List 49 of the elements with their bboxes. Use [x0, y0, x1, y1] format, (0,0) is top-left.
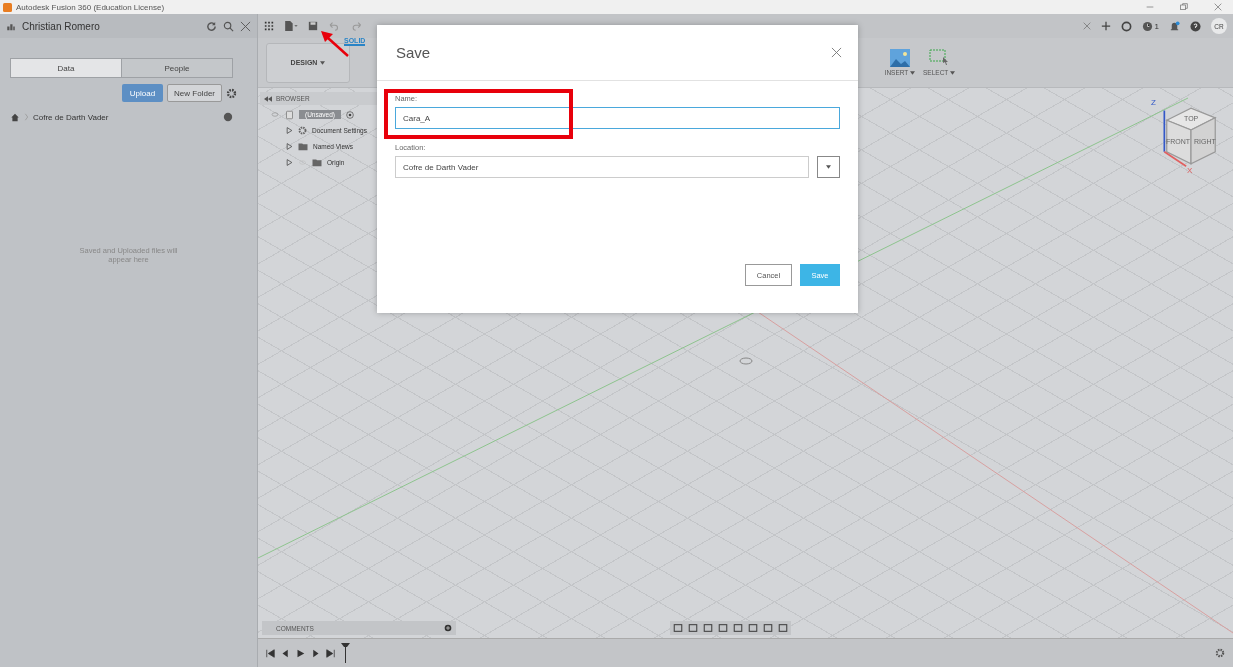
caret-icon — [826, 165, 831, 169]
settings-icon[interactable] — [226, 87, 237, 99]
help-icon[interactable] — [1190, 20, 1201, 32]
caret-icon — [950, 71, 955, 75]
collapse-icon[interactable] — [264, 95, 272, 102]
save-icon[interactable] — [308, 21, 318, 31]
search-icon[interactable] — [223, 20, 234, 32]
settings-icon[interactable] — [1215, 648, 1225, 658]
previous-icon[interactable] — [281, 648, 290, 658]
file-icon[interactable] — [284, 21, 298, 31]
marker-icon[interactable] — [341, 643, 350, 663]
home-icon[interactable] — [10, 112, 20, 122]
chevron-icon — [24, 113, 29, 121]
job-count: 1 — [1154, 21, 1159, 31]
bell-icon[interactable] — [1169, 20, 1180, 32]
window-title: Autodesk Fusion 360 (Education License) — [16, 2, 166, 12]
location-dropdown[interactable] — [817, 156, 840, 178]
play-icon[interactable] — [296, 648, 305, 658]
grid-menu-icon[interactable] — [264, 21, 274, 31]
plus-icon[interactable] — [1100, 21, 1111, 31]
close-icon[interactable] — [831, 47, 842, 58]
selection-icon — [929, 49, 949, 67]
dialog-title: Save — [396, 44, 431, 61]
image-icon — [889, 49, 910, 67]
panel-tab[interactable]: Data — [11, 59, 121, 77]
eye-icon — [270, 111, 280, 118]
z-axis-label: Z — [1151, 98, 1156, 107]
box-icon — [285, 109, 294, 120]
close-icon[interactable] — [240, 20, 251, 32]
first-frame-icon[interactable] — [266, 648, 275, 658]
radio-icon — [346, 110, 354, 119]
clock-icon[interactable] — [1141, 20, 1153, 32]
app-logo-icon — [3, 2, 12, 12]
x-axis-label: X — [1187, 166, 1193, 175]
new-folder-button[interactable]: New Folder — [167, 84, 222, 102]
location-field[interactable]: Cofre de Darth Vader — [395, 156, 809, 178]
panel-tab[interactable]: People — [121, 59, 232, 77]
last-frame-icon[interactable] — [326, 648, 335, 658]
caret-icon — [320, 60, 326, 65]
team-icon — [6, 21, 16, 31]
name-field[interactable]: Cara_A — [395, 107, 840, 129]
breadcrumb-link[interactable]: Cofre de Darth Vader — [33, 112, 219, 122]
gear-icon — [298, 126, 307, 135]
caret-icon — [910, 71, 915, 75]
refresh-icon[interactable] — [206, 20, 217, 32]
restore-icon[interactable] — [1180, 3, 1188, 11]
close-icon[interactable] — [1214, 3, 1222, 11]
add-icon[interactable] — [444, 624, 452, 632]
next-icon[interactable] — [311, 648, 320, 658]
